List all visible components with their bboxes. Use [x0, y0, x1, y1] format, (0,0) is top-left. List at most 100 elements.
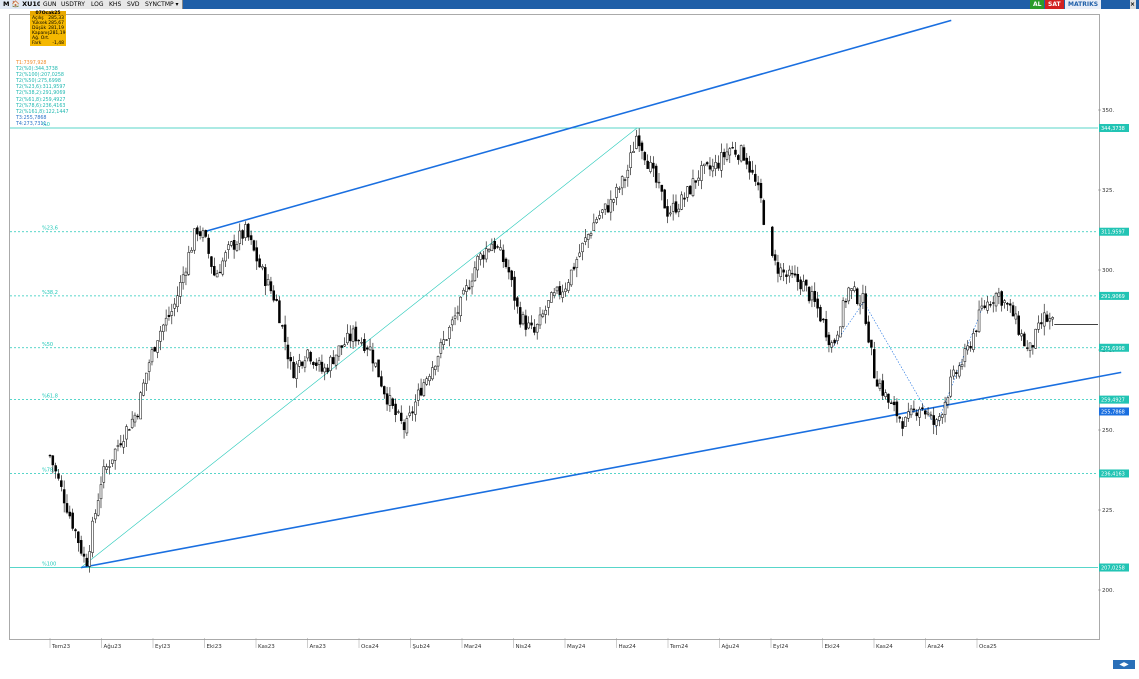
- candle-body: [111, 459, 114, 464]
- x-tick-label: Tem24: [669, 644, 689, 650]
- candle-body: [870, 339, 873, 348]
- candle-body: [473, 267, 477, 282]
- candle-body: [227, 244, 230, 250]
- candle-body: [754, 173, 757, 182]
- candle-body: [677, 208, 681, 213]
- fib-value-text: 207,0258: [1101, 566, 1125, 572]
- candle-body: [198, 231, 202, 236]
- candle-body: [878, 383, 882, 389]
- candle-body: [119, 443, 123, 446]
- wave-zigzag: [832, 301, 983, 428]
- candle-body: [292, 361, 295, 379]
- candle-body: [329, 356, 332, 371]
- fib-level-label: %100: [42, 562, 56, 568]
- candle-body: [742, 147, 746, 161]
- candle-body: [739, 145, 743, 162]
- candle-body: [609, 199, 613, 213]
- candle-body: [737, 155, 740, 160]
- candle-body: [618, 188, 621, 190]
- candle-body: [1025, 347, 1029, 349]
- candle-body: [816, 298, 819, 309]
- candle-body: [541, 313, 545, 317]
- candle-body: [436, 356, 440, 367]
- candle-body: [487, 249, 491, 252]
- candle-body: [819, 306, 822, 322]
- candle-body: [946, 397, 950, 405]
- candle-body: [414, 401, 417, 415]
- candle-body: [266, 279, 270, 286]
- candle-body: [501, 249, 505, 262]
- candle-body: [289, 357, 293, 362]
- candle-body: [450, 319, 454, 326]
- candle-body: [833, 339, 836, 344]
- candle-body: [598, 215, 601, 219]
- candle-body: [159, 330, 162, 342]
- candle-body: [85, 557, 89, 567]
- x-tick-label: May24: [567, 644, 586, 650]
- candle-body: [323, 367, 327, 373]
- candle-body: [1051, 317, 1054, 320]
- candle-body: [705, 162, 709, 165]
- candle-body: [281, 325, 284, 327]
- candle-body: [283, 324, 287, 343]
- x-tick-label: Nis24: [516, 644, 532, 650]
- candle-body: [782, 269, 785, 273]
- candle-body: [966, 345, 969, 351]
- candle-body: [170, 311, 174, 316]
- candle-body: [646, 160, 649, 169]
- candle-body: [68, 511, 72, 517]
- x-tick-label: Eki23: [207, 644, 223, 650]
- candle-body: [241, 230, 244, 239]
- candle-body: [238, 230, 242, 244]
- candle-body: [940, 414, 944, 418]
- candle-body: [697, 177, 700, 181]
- candle-body: [516, 297, 519, 307]
- candle-body: [499, 247, 502, 251]
- candle-body: [793, 273, 797, 276]
- candle-body: [530, 322, 533, 326]
- candle-body: [654, 165, 658, 183]
- candle-body: [465, 285, 468, 292]
- candle-body: [856, 288, 859, 304]
- candle-body: [210, 256, 213, 267]
- candle-body: [419, 387, 423, 396]
- candle-body: [394, 403, 397, 415]
- candle-body: [181, 274, 185, 283]
- candle-body: [977, 309, 981, 332]
- candle-body: [405, 418, 409, 434]
- candle-body: [96, 500, 100, 516]
- price-chart: 200.225.250.275.300.325.350.Tem23Ağu23Ey…: [10, 19, 1129, 650]
- candle-body: [351, 328, 355, 342]
- candle-body: [725, 151, 729, 160]
- candle-body: [790, 272, 794, 275]
- candle-body: [332, 357, 335, 365]
- candle-body: [805, 279, 808, 286]
- candle-body: [371, 349, 375, 364]
- candle-body: [952, 369, 955, 377]
- candle-body: [365, 347, 369, 350]
- candle-body: [810, 291, 814, 301]
- fib-value-text: 291,9069: [1101, 294, 1125, 300]
- candle-body: [581, 242, 584, 253]
- y-tick-label: 350.: [1102, 108, 1114, 114]
- candle-body: [989, 304, 992, 306]
- candle-body: [482, 254, 485, 260]
- candle-body: [133, 414, 137, 423]
- candle-body: [48, 454, 52, 457]
- x-tick-label: Ara24: [928, 644, 945, 650]
- candle-body: [201, 230, 205, 238]
- candle-body: [363, 339, 366, 351]
- candle-body: [720, 152, 723, 171]
- candle-body: [853, 286, 856, 291]
- candle-body: [626, 169, 630, 178]
- candle-body: [997, 292, 1001, 297]
- candle-body: [113, 448, 117, 461]
- candle-body: [507, 267, 511, 273]
- candle-body: [252, 240, 256, 251]
- candle-body: [275, 298, 278, 301]
- candle-body: [589, 233, 593, 236]
- candle-body: [731, 147, 734, 149]
- candle-body: [850, 288, 853, 291]
- candle-body: [969, 345, 972, 349]
- scroll-nav-icon[interactable]: ◀▶: [1113, 660, 1135, 669]
